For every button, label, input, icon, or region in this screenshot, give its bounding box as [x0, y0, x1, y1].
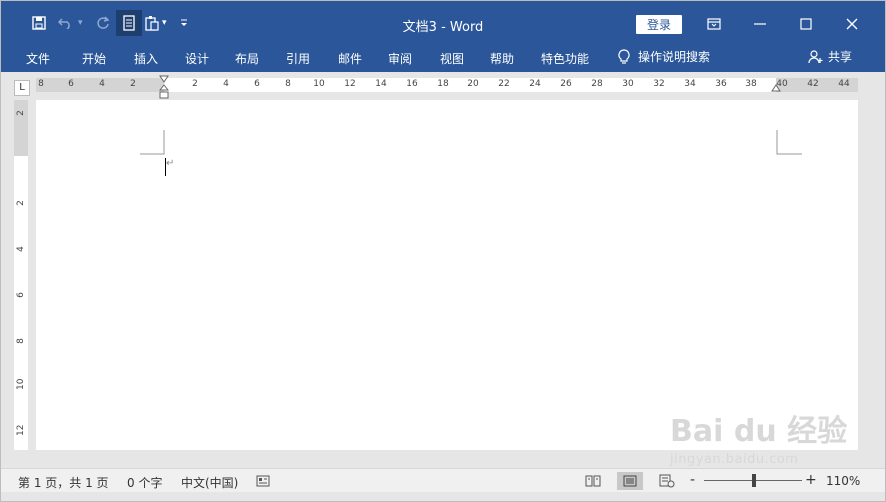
- macro-recording-icon[interactable]: [256, 474, 270, 488]
- book-icon: [585, 475, 601, 487]
- tab-mailings[interactable]: 邮件: [338, 50, 362, 67]
- page-count[interactable]: 第 1 页，共 1 页: [18, 474, 109, 491]
- ruler-number: 6: [68, 79, 74, 89]
- quick-access-toolbar: ▾ ▾: [26, 10, 194, 36]
- ruler-number: 10: [16, 378, 26, 390]
- ruler-number: 2: [192, 79, 198, 89]
- ruler-number: 20: [467, 79, 479, 89]
- ruler-number: 16: [406, 79, 418, 89]
- tab-view[interactable]: 视图: [440, 50, 464, 67]
- title-bar: ▾ ▾ 文档3 - Word 登录: [0, 0, 886, 44]
- web-layout-button[interactable]: [654, 472, 680, 490]
- share-label: 共享: [828, 50, 853, 64]
- ruler-number: 8: [38, 79, 44, 89]
- tab-insert[interactable]: 插入: [134, 50, 158, 67]
- zoom-in-button[interactable]: +: [805, 472, 817, 488]
- tab-layout[interactable]: 布局: [235, 50, 259, 67]
- lightbulb-icon: [618, 48, 630, 64]
- ruler-number: 4: [99, 79, 105, 89]
- status-bar: 第 1 页，共 1 页 0 个字 中文(中国) - + 110%: [0, 468, 886, 492]
- tab-home[interactable]: 开始: [82, 50, 106, 67]
- zoom-level[interactable]: 110%: [826, 474, 860, 488]
- ruler-number: 12: [344, 79, 356, 89]
- read-mode-button[interactable]: [580, 472, 606, 490]
- ruler-number: 44: [838, 79, 850, 89]
- ruler-number: 10: [313, 79, 325, 89]
- tab-stop-selector[interactable]: L: [14, 80, 30, 96]
- ruler-number: 4: [16, 246, 26, 252]
- language-indicator[interactable]: 中文(中国): [181, 474, 238, 491]
- tab-help[interactable]: 帮助: [490, 50, 514, 67]
- ruler-number: 6: [16, 292, 26, 298]
- word-count[interactable]: 0 个字: [127, 474, 162, 491]
- tab-file[interactable]: 文件: [26, 50, 50, 67]
- paste-dropdown-icon[interactable]: ▾: [162, 18, 174, 28]
- vertical-ruler[interactable]: 2 2 4 6 8 10 12: [14, 100, 28, 450]
- top-right-margin-corner: [776, 130, 802, 155]
- first-line-indent-marker[interactable]: [159, 75, 169, 83]
- undo-dropdown-icon[interactable]: ▾: [78, 18, 90, 28]
- login-button[interactable]: 登录: [636, 15, 682, 34]
- tell-me-search[interactable]: 操作说明搜索: [618, 48, 710, 65]
- ruler-number: 4: [223, 79, 229, 89]
- zoom-slider-thumb[interactable]: [752, 474, 756, 487]
- ruler-number: 34: [684, 79, 696, 89]
- paragraph-mark: ↵: [166, 158, 175, 169]
- ruler-number: 24: [529, 79, 541, 89]
- right-indent-marker[interactable]: [771, 84, 781, 92]
- ruler-number: 32: [653, 79, 665, 89]
- close-icon[interactable]: [832, 10, 872, 38]
- zoom-out-button[interactable]: -: [690, 472, 695, 488]
- person-icon: [808, 49, 823, 63]
- ruler-number: 2: [16, 110, 26, 116]
- hanging-indent-marker[interactable]: [159, 84, 169, 100]
- ruler-number: 8: [285, 79, 291, 89]
- window-title: 文档3 - Word: [402, 20, 484, 35]
- top-left-margin-corner: [140, 130, 165, 155]
- minimize-icon[interactable]: [740, 10, 780, 38]
- ruler-number: 14: [375, 79, 387, 89]
- ruler-number: 2: [130, 79, 136, 89]
- ruler-number: 38: [745, 79, 757, 89]
- document-page[interactable]: ↵: [36, 100, 858, 450]
- ruler-number: 2: [16, 200, 26, 206]
- undo-icon[interactable]: [52, 10, 78, 36]
- ruler-number: 36: [715, 79, 727, 89]
- ribbon-tabs: 文件 开始 插入 设计 布局 引用 邮件 审阅 视图 帮助 特色功能 操作说明搜…: [0, 44, 886, 72]
- customize-toolbar-icon[interactable]: [174, 10, 194, 36]
- ruler-number: 22: [498, 79, 510, 89]
- page-layout-icon: [623, 475, 637, 487]
- ruler-number: 18: [437, 79, 449, 89]
- tell-me-label: 操作说明搜索: [638, 50, 711, 64]
- ribbon-display-options-icon[interactable]: [694, 10, 734, 38]
- ruler-number: 30: [622, 79, 634, 89]
- paste-icon[interactable]: [142, 10, 162, 36]
- redo-icon[interactable]: [90, 10, 116, 36]
- ruler-number: 8: [16, 338, 26, 344]
- tab-review[interactable]: 审阅: [388, 50, 412, 67]
- tab-references[interactable]: 引用: [286, 50, 310, 67]
- maximize-icon[interactable]: [786, 10, 826, 38]
- tab-special-features[interactable]: 特色功能: [541, 50, 589, 67]
- ruler-number: 42: [807, 79, 819, 89]
- web-layout-icon: [659, 474, 675, 488]
- save-icon[interactable]: [26, 10, 52, 36]
- tab-design[interactable]: 设计: [185, 50, 209, 67]
- ruler-number: 26: [560, 79, 572, 89]
- watermark-url: jingyan.baidu.com: [670, 452, 799, 467]
- document-icon[interactable]: [116, 10, 142, 36]
- ruler-number: 12: [16, 424, 26, 436]
- print-layout-button[interactable]: [617, 472, 643, 490]
- share-button[interactable]: 共享: [808, 48, 852, 65]
- ruler-number: 6: [254, 79, 260, 89]
- ruler-number: 28: [591, 79, 603, 89]
